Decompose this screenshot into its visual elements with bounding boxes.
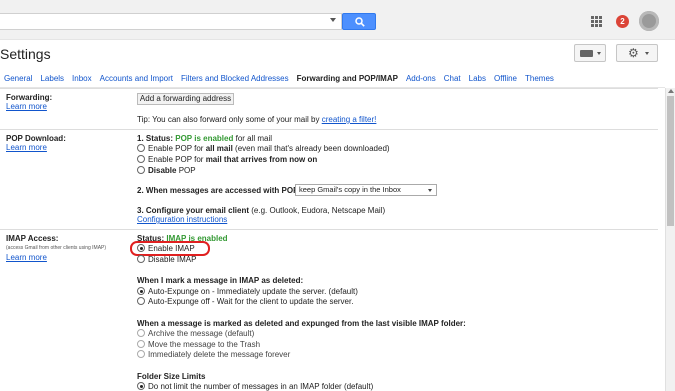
- move-to-trash-label[interactable]: Move the message to the Trash: [148, 340, 260, 349]
- disable-imap-label[interactable]: Disable IMAP: [148, 255, 196, 264]
- avatar[interactable]: [639, 11, 659, 31]
- page-title: Settings: [0, 46, 51, 62]
- archive-message-radio[interactable]: [137, 329, 145, 337]
- pop-download-label: POP Download:: [6, 134, 66, 143]
- pop-all-mail-label[interactable]: Enable POP for all mail (even mail that'…: [148, 144, 390, 153]
- tab-inbox[interactable]: Inbox: [68, 72, 96, 87]
- scroll-up-arrow-icon[interactable]: [668, 89, 674, 93]
- tab-filters-and-blocked-addresses[interactable]: Filters and Blocked Addresses: [177, 72, 293, 87]
- configuration-instructions-link[interactable]: Configuration instructions: [137, 215, 227, 224]
- forwarding-label: Forwarding:: [6, 93, 53, 102]
- chevron-down-icon: [645, 52, 649, 55]
- delete-forever-label[interactable]: Immediately delete the message forever: [148, 350, 290, 359]
- pop-access-label: 2. When messages are accessed with POP: [137, 186, 299, 195]
- pop-learn-more-link[interactable]: Learn more: [6, 143, 47, 152]
- pop-option-bold: all mail: [205, 144, 233, 153]
- tab-add-ons[interactable]: Add-ons: [402, 72, 440, 87]
- pop-disable-label[interactable]: Disable POP: [148, 166, 196, 175]
- pop-from-now-radio[interactable]: [137, 155, 145, 163]
- chevron-down-icon: [597, 52, 601, 55]
- auto-expunge-on-radio[interactable]: [137, 287, 145, 295]
- create-filter-link[interactable]: creating a filter!: [322, 115, 377, 124]
- auto-expunge-off-radio[interactable]: [137, 297, 145, 305]
- pop-status-suffix: for all mail: [235, 134, 273, 143]
- search-button[interactable]: [342, 13, 376, 30]
- pop-option-bold: Disable: [148, 166, 177, 175]
- chevron-down-icon: [428, 189, 432, 192]
- imap-deleted-heading: When I mark a message in IMAP as deleted…: [137, 276, 304, 285]
- pop-option-text: Enable POP for: [148, 144, 204, 153]
- keyboard-icon: [580, 50, 593, 57]
- forwarding-tip-text: Tip: You can also forward only some of y…: [137, 115, 320, 124]
- no-folder-limit-radio[interactable]: [137, 382, 145, 390]
- search-icon: [355, 17, 365, 27]
- gear-icon: ⚙: [628, 46, 639, 60]
- pop-option-text: (even mail that's already been downloade…: [235, 144, 390, 153]
- forwarding-learn-more-link[interactable]: Learn more: [6, 102, 47, 111]
- scrollbar[interactable]: [665, 88, 675, 391]
- pop-access-select-value: keep Gmail's copy in the Inbox: [299, 185, 401, 194]
- pop-status-prefix: 1. Status:: [137, 134, 174, 143]
- pop-status-value: POP is enabled: [175, 134, 234, 143]
- apps-grid-icon[interactable]: [591, 16, 602, 27]
- tab-forwarding-and-pop-imap[interactable]: Forwarding and POP/IMAP: [293, 72, 402, 87]
- tab-offline[interactable]: Offline: [490, 72, 521, 87]
- move-to-trash-radio[interactable]: [137, 340, 145, 348]
- imap-access-section: [0, 229, 658, 391]
- auto-expunge-on-label[interactable]: Auto-Expunge on - Immediately update the…: [148, 287, 358, 296]
- scrollbar-thumb[interactable]: [667, 96, 674, 226]
- pop-configure: 3. Configure your email client (e.g. Out…: [137, 206, 385, 215]
- no-folder-limit-label[interactable]: Do not limit the number of messages in a…: [148, 382, 373, 391]
- add-forwarding-address-button[interactable]: Add a forwarding address: [137, 93, 234, 105]
- forwarding-tip: Tip: You can also forward only some of y…: [137, 115, 376, 124]
- auto-expunge-off-label[interactable]: Auto-Expunge off - Wait for the client t…: [148, 297, 353, 306]
- pop-configure-label: 3. Configure your email client: [137, 206, 250, 215]
- folder-size-limits-heading: Folder Size Limits: [137, 372, 206, 381]
- enable-imap-highlight: [130, 241, 210, 256]
- imap-learn-more-link[interactable]: Learn more: [6, 253, 47, 262]
- pop-from-now-label[interactable]: Enable POP for mail that arrives from no…: [148, 155, 317, 164]
- settings-tabs: General Labels Inbox Accounts and Import…: [0, 72, 558, 87]
- pop-configure-hint: (e.g. Outlook, Eudora, Netscape Mail): [251, 206, 386, 215]
- notifications-badge[interactable]: 2: [616, 15, 629, 28]
- disable-imap-radio[interactable]: [137, 255, 145, 263]
- imap-access-label: IMAP Access:: [6, 234, 59, 243]
- settings-gear-button[interactable]: ⚙: [616, 44, 658, 62]
- tab-chat[interactable]: Chat: [440, 72, 465, 87]
- delete-forever-radio[interactable]: [137, 350, 145, 358]
- search-input[interactable]: [0, 13, 342, 30]
- tab-accounts-and-import[interactable]: Accounts and Import: [96, 72, 177, 87]
- tab-themes[interactable]: Themes: [521, 72, 558, 87]
- pop-all-mail-radio[interactable]: [137, 144, 145, 152]
- pop-option-text: Enable POP for: [148, 155, 204, 164]
- imap-expunged-heading: When a message is marked as deleted and …: [137, 319, 466, 328]
- imap-access-sublabel: (access Gmail from other clients using I…: [6, 245, 107, 251]
- pop-disable-radio[interactable]: [137, 166, 145, 174]
- input-tools-button[interactable]: [574, 44, 606, 62]
- pop-option-text: POP: [178, 166, 196, 175]
- top-bar: 2: [0, 0, 675, 40]
- tab-labs[interactable]: Labs: [465, 72, 490, 87]
- tab-labels[interactable]: Labels: [36, 72, 68, 87]
- archive-message-label[interactable]: Archive the message (default): [148, 329, 254, 338]
- pop-status: 1. Status: POP is enabled for all mail: [137, 134, 272, 143]
- pop-access-select[interactable]: keep Gmail's copy in the Inbox: [295, 184, 437, 196]
- pop-option-bold: mail that arrives from now on: [205, 155, 318, 164]
- search-options-chevron-down-icon[interactable]: [330, 18, 336, 22]
- tab-general[interactable]: General: [0, 72, 36, 87]
